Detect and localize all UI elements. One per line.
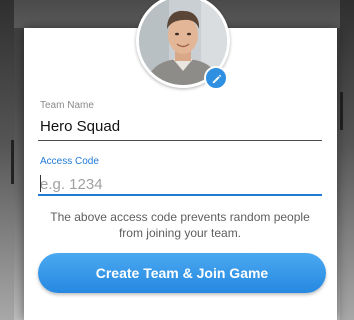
access-code-underline	[38, 194, 322, 196]
team-name-label: Team Name	[40, 100, 94, 111]
team-name-input[interactable]: Hero Squad	[40, 118, 120, 135]
access-code-label: Access Code	[40, 156, 99, 167]
team-name-underline	[38, 140, 322, 141]
pencil-icon	[212, 74, 221, 83]
create-team-join-game-button[interactable]: Create Team & Join Game	[38, 253, 326, 293]
access-code-input[interactable]	[38, 172, 320, 196]
background-edge-left	[0, 0, 14, 320]
edit-avatar-button[interactable]	[204, 66, 228, 90]
access-code-note: The above access code prevents random pe…	[50, 210, 310, 240]
text-caret	[40, 175, 41, 192]
background-edge-right	[340, 0, 354, 320]
